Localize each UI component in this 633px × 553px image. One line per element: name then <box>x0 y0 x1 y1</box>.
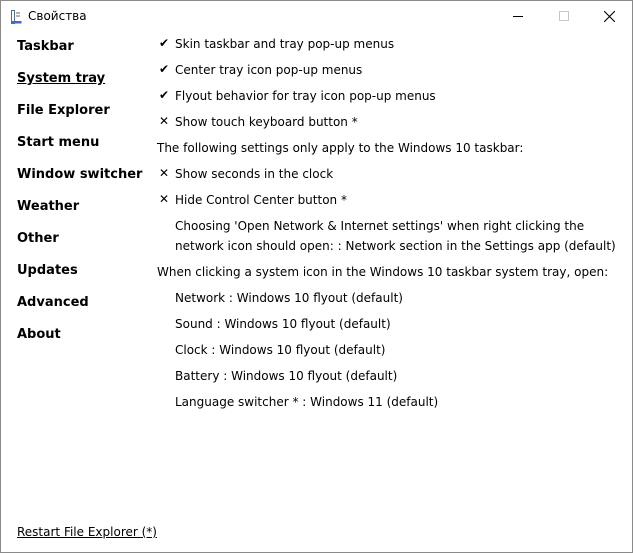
system-icon-note: When clicking a system icon in the Windo… <box>157 265 609 279</box>
network-open-option-line2[interactable]: network icon should open: : Network sect… <box>175 238 616 254</box>
center-tray-option[interactable]: Center tray icon pop-up menus <box>175 62 362 78</box>
sidebar-item-advanced[interactable]: Advanced <box>17 295 89 311</box>
checkmark-icon[interactable]: ✔ <box>158 88 170 102</box>
touch-keyboard-option[interactable]: Show touch keyboard button * <box>175 114 358 130</box>
sidebar-item-weather[interactable]: Weather <box>17 199 79 215</box>
sound-flyout-option[interactable]: Sound : Windows 10 flyout (default) <box>175 316 391 332</box>
hide-control-center-option[interactable]: Hide Control Center button * <box>175 192 347 208</box>
title-bar[interactable]: Свойства <box>1 1 632 31</box>
sidebar-item-start-menu[interactable]: Start menu <box>17 135 99 151</box>
close-icon <box>603 10 615 22</box>
minimize-button[interactable] <box>495 1 541 31</box>
checkmark-icon[interactable]: ✔ <box>158 36 170 50</box>
restart-explorer-link[interactable]: Restart File Explorer (*) <box>17 524 157 540</box>
app-icon <box>11 9 22 24</box>
minimize-icon <box>513 16 523 17</box>
skin-taskbar-option[interactable]: Skin taskbar and tray pop-up menus <box>175 36 394 52</box>
windows10-note: The following settings only apply to the… <box>157 141 524 155</box>
cross-icon[interactable]: ✕ <box>158 114 170 128</box>
sidebar-item-taskbar[interactable]: Taskbar <box>17 39 74 55</box>
clock-flyout-option[interactable]: Clock : Windows 10 flyout (default) <box>175 342 385 358</box>
network-open-option-line1[interactable]: Choosing 'Open Network & Internet settin… <box>175 218 584 234</box>
maximize-icon <box>559 11 569 21</box>
cross-icon[interactable]: ✕ <box>158 166 170 180</box>
sidebar-item-about[interactable]: About <box>17 327 61 343</box>
flyout-behavior-option[interactable]: Flyout behavior for tray icon pop-up men… <box>175 88 436 104</box>
sidebar-item-updates[interactable]: Updates <box>17 263 78 279</box>
sidebar-item-file-explorer[interactable]: File Explorer <box>17 103 110 119</box>
close-button[interactable] <box>586 1 632 31</box>
cross-icon[interactable]: ✕ <box>158 192 170 206</box>
battery-flyout-option[interactable]: Battery : Windows 10 flyout (default) <box>175 368 397 384</box>
language-switcher-option[interactable]: Language switcher * : Windows 11 (defaul… <box>175 394 438 410</box>
window-title: Свойства <box>28 9 87 23</box>
network-flyout-option[interactable]: Network : Windows 10 flyout (default) <box>175 290 403 306</box>
properties-window: Свойства Taskbar System tray File Explor… <box>0 0 633 553</box>
show-seconds-option[interactable]: Show seconds in the clock <box>175 166 333 182</box>
sidebar-item-window-switcher[interactable]: Window switcher <box>17 167 142 183</box>
sidebar-item-other[interactable]: Other <box>17 231 59 247</box>
maximize-button[interactable] <box>541 1 587 31</box>
checkmark-icon[interactable]: ✔ <box>158 62 170 76</box>
sidebar-item-system-tray[interactable]: System tray <box>17 71 105 87</box>
